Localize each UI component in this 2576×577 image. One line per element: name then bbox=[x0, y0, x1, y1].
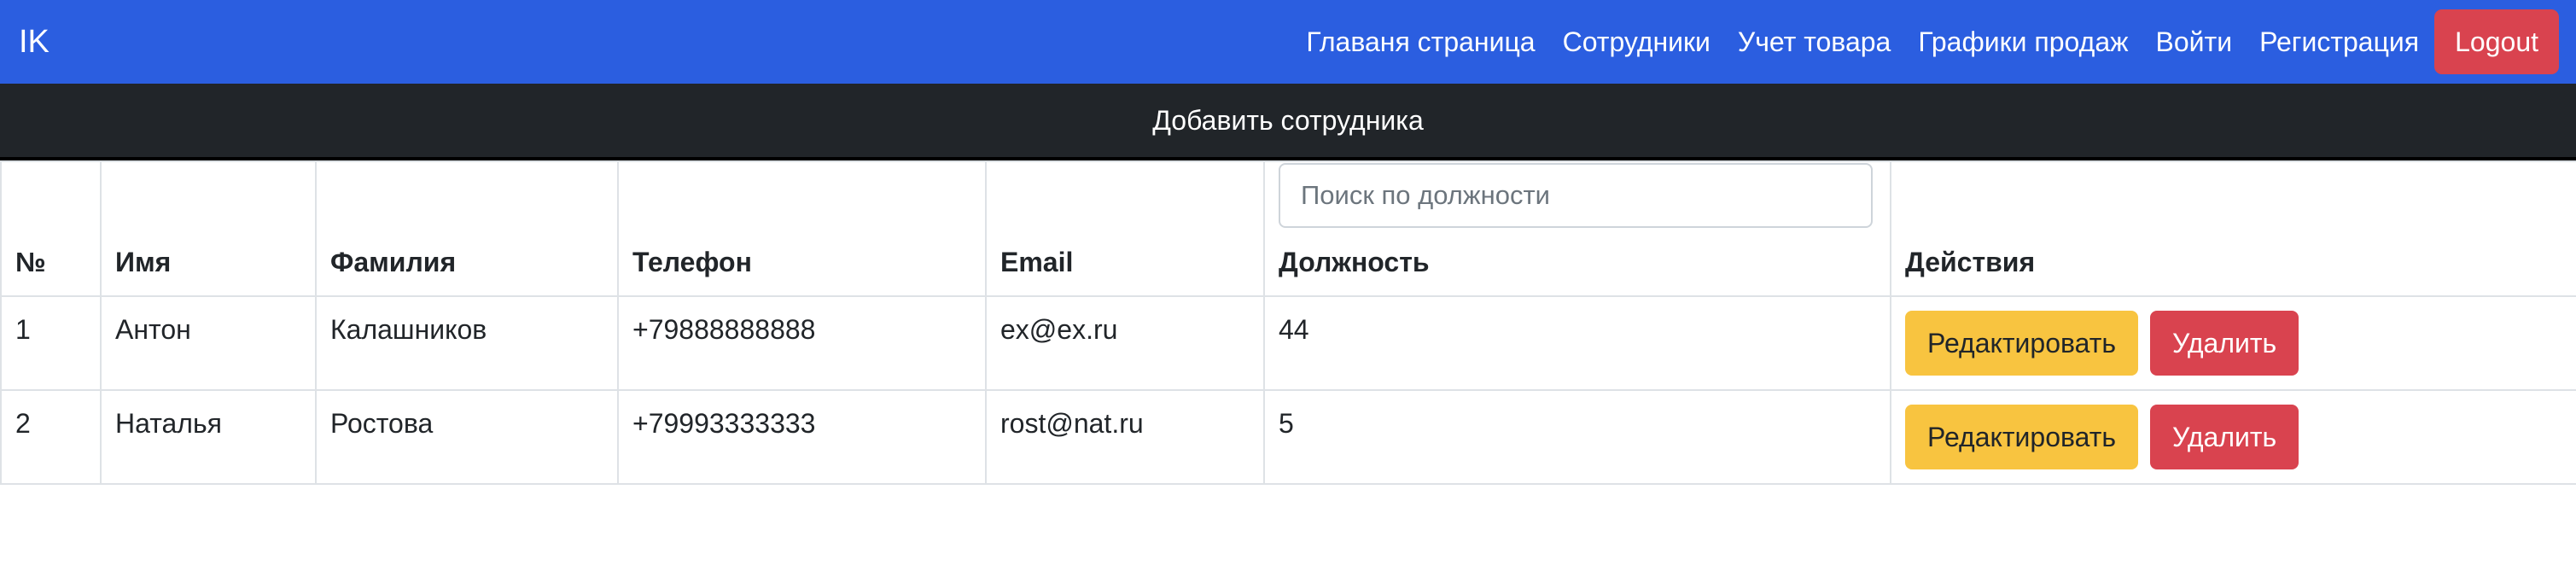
cell-actions: Редактировать Удалить bbox=[1890, 389, 2576, 485]
edit-button[interactable]: Редактировать bbox=[1905, 311, 2139, 376]
cell-last-name: Ростова bbox=[315, 389, 619, 485]
table-row: 2 Наталья Ростова +79993333333 rost@nat.… bbox=[0, 389, 2576, 485]
cell-number: 1 bbox=[0, 295, 102, 391]
header-position: Должность bbox=[1279, 247, 1430, 277]
header-position-cell: Должность bbox=[1263, 160, 1891, 297]
edit-button[interactable]: Редактировать bbox=[1905, 405, 2139, 469]
header-actions: Действия bbox=[1890, 160, 2576, 297]
delete-button[interactable]: Удалить bbox=[2150, 311, 2299, 376]
cell-actions: Редактировать Удалить bbox=[1890, 295, 2576, 391]
cell-phone: +79993333333 bbox=[617, 389, 987, 485]
header-first-name: Имя bbox=[100, 160, 317, 297]
cell-phone: +79888888888 bbox=[617, 295, 987, 391]
add-employee-button[interactable]: Добавить сотрудника bbox=[0, 84, 2576, 160]
cell-last-name: Калашников bbox=[315, 295, 619, 391]
cell-position: 5 bbox=[1263, 389, 1891, 485]
cell-email: ex@ex.ru bbox=[985, 295, 1265, 391]
nav-link-inventory[interactable]: Учет товара bbox=[1738, 26, 1891, 58]
nav-link-employees[interactable]: Сотрудники bbox=[1563, 26, 1711, 58]
nav-link-login[interactable]: Войти bbox=[2156, 26, 2233, 58]
header-email: Email bbox=[985, 160, 1265, 297]
brand-logo[interactable]: IK bbox=[19, 26, 50, 58]
header-phone: Телефон bbox=[617, 160, 987, 297]
position-search-input[interactable] bbox=[1279, 163, 1873, 228]
nav-link-register[interactable]: Регистрация bbox=[2259, 26, 2419, 58]
header-last-name: Фамилия bbox=[315, 160, 619, 297]
employees-table: № Имя Фамилия Телефон Email Должность Де… bbox=[0, 160, 2576, 485]
cell-position: 44 bbox=[1263, 295, 1891, 391]
table-row: 1 Антон Калашников +79888888888 ex@ex.ru… bbox=[0, 295, 2576, 391]
delete-button[interactable]: Удалить bbox=[2150, 405, 2299, 469]
nav-links: Главаня страница Сотрудники Учет товара … bbox=[1306, 9, 2559, 74]
cell-first-name: Антон bbox=[100, 295, 317, 391]
cell-email: rost@nat.ru bbox=[985, 389, 1265, 485]
nav-link-home[interactable]: Главаня страница bbox=[1306, 26, 1535, 58]
cell-number: 2 bbox=[0, 389, 102, 485]
logout-button[interactable]: Logout bbox=[2434, 9, 2559, 74]
cell-first-name: Наталья bbox=[100, 389, 317, 485]
nav-link-sales-charts[interactable]: Графики продаж bbox=[1918, 26, 2128, 58]
header-number: № bbox=[0, 160, 102, 297]
top-navbar: IK Главаня страница Сотрудники Учет това… bbox=[0, 0, 2576, 84]
table-header-row: № Имя Фамилия Телефон Email Должность Де… bbox=[0, 160, 2576, 297]
